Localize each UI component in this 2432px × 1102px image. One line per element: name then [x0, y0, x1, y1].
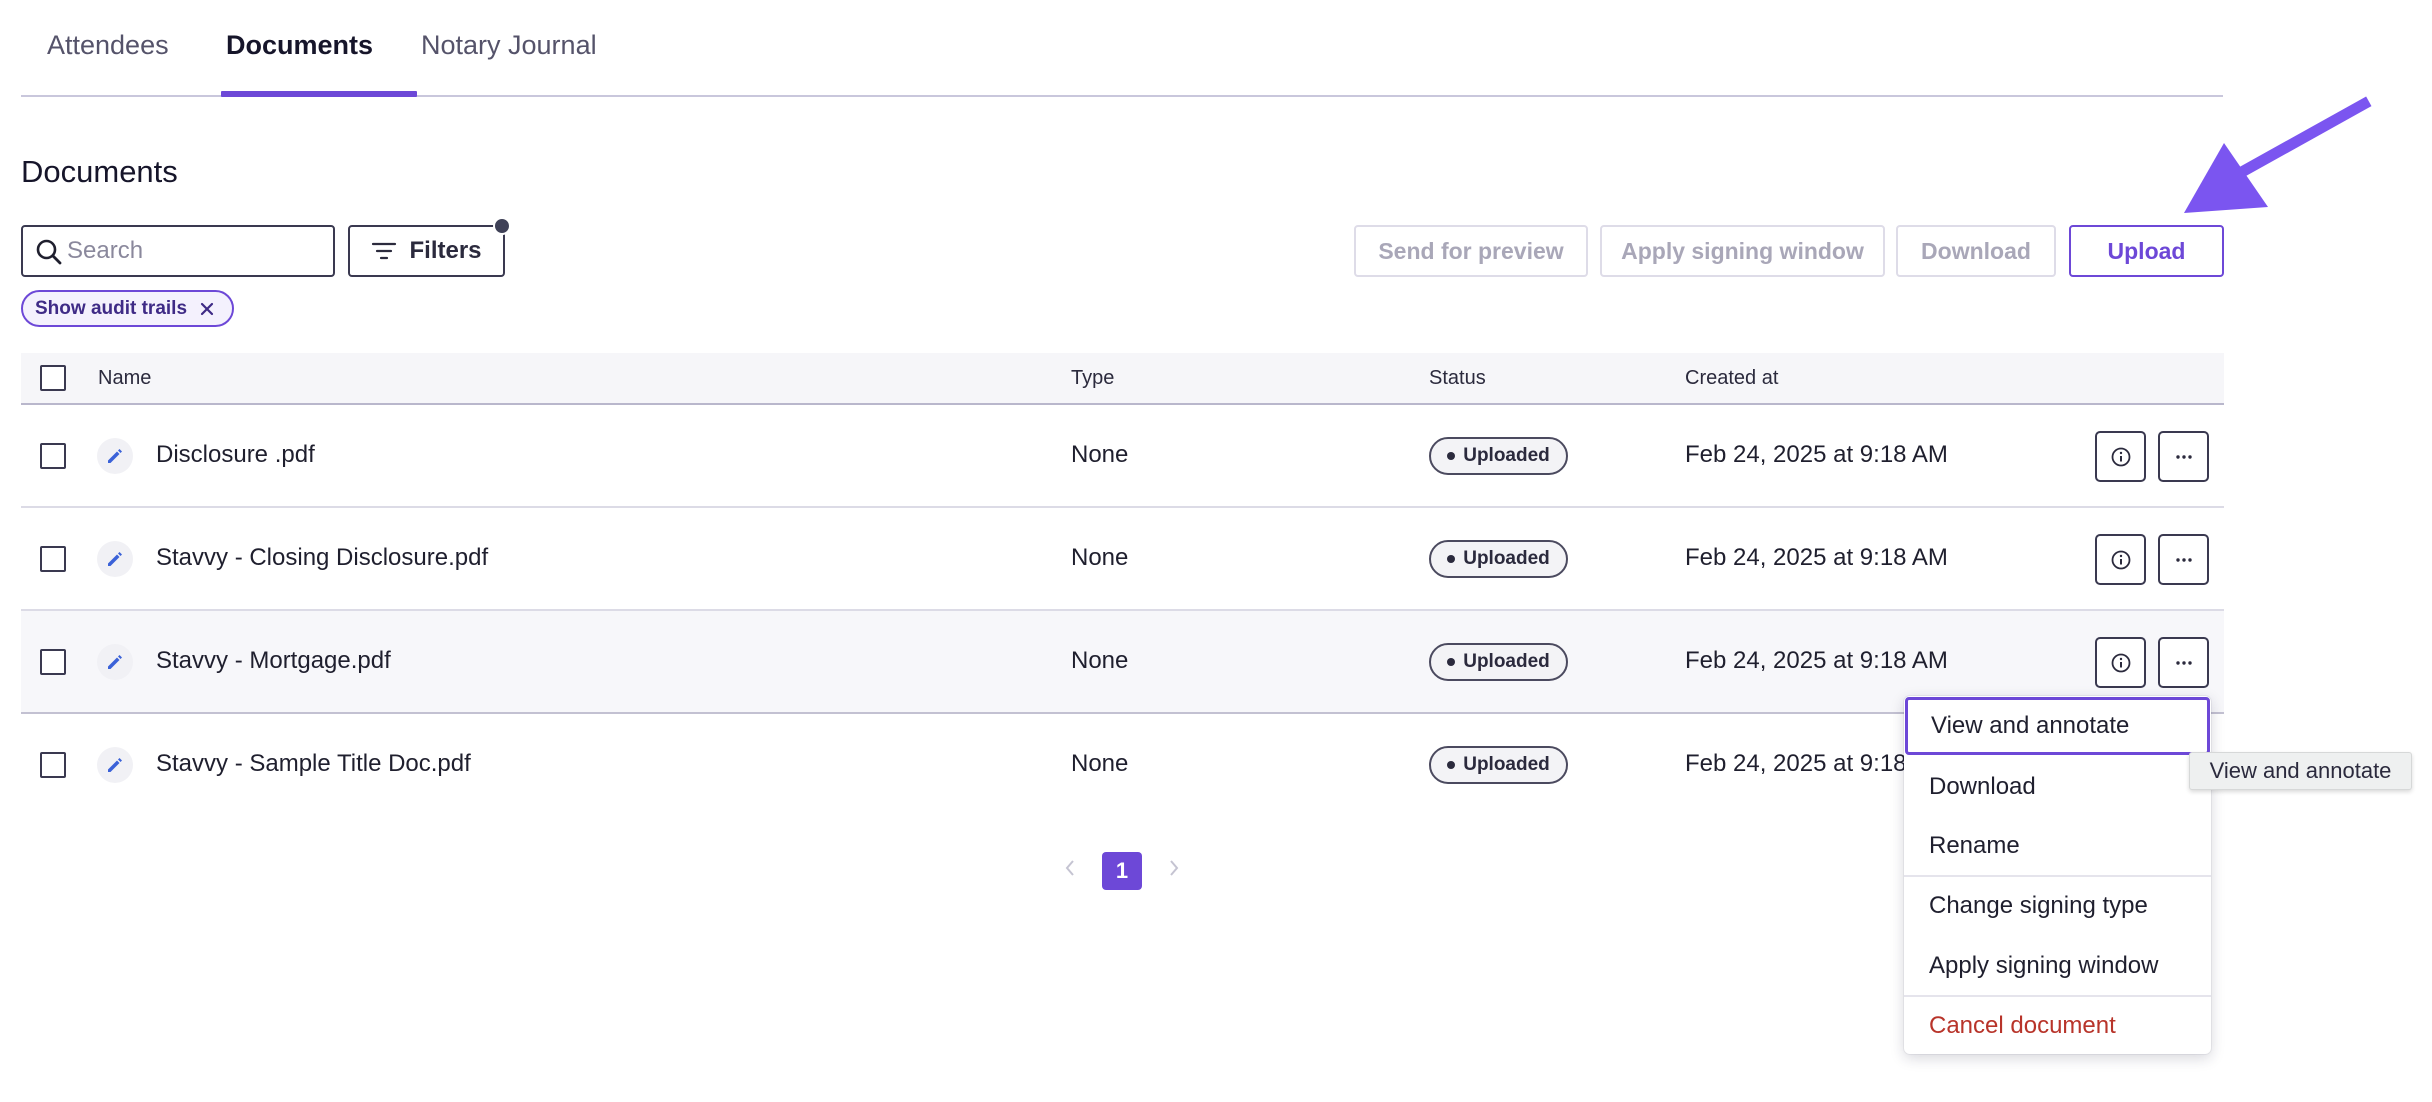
status-label: Uploaded: [1463, 548, 1550, 569]
apply-signing-window-button[interactable]: Apply signing window: [1600, 225, 1885, 277]
page-number-current[interactable]: 1: [1102, 852, 1142, 890]
document-type: None: [1071, 647, 1129, 674]
close-icon[interactable]: [199, 301, 215, 317]
send-for-preview-button[interactable]: Send for preview: [1354, 225, 1588, 277]
document-type: None: [1071, 750, 1129, 777]
next-page-button[interactable]: [1162, 853, 1186, 883]
filters-button[interactable]: Filters: [348, 225, 505, 277]
upload-button[interactable]: Upload: [2069, 225, 2224, 277]
column-header-name[interactable]: Name: [98, 367, 151, 390]
created-at: Feb 24, 2025 at 9:18 AM: [1685, 441, 1948, 468]
document-name[interactable]: Disclosure .pdf: [156, 441, 315, 469]
search-field[interactable]: [21, 225, 335, 277]
page-title: Documents: [21, 154, 178, 189]
row-checkbox[interactable]: [40, 546, 66, 572]
table-row[interactable]: Stavvy - Sample Title Doc.pdf None Uploa…: [21, 714, 2224, 817]
audit-trails-filter-chip: Show audit trails: [21, 290, 234, 327]
annotation-arrow-icon: [2184, 96, 2372, 213]
document-name[interactable]: Stavvy - Closing Disclosure.pdf: [156, 544, 488, 572]
tab-attendees[interactable]: Attendees: [47, 30, 169, 97]
select-all-checkbox[interactable]: [40, 365, 66, 391]
tab-documents[interactable]: Documents: [226, 30, 373, 97]
menu-item-rename[interactable]: Rename: [1904, 817, 2211, 875]
column-header-created-at[interactable]: Created at: [1685, 367, 1778, 390]
info-icon: [2111, 550, 2130, 569]
chevron-right-icon: [1170, 860, 1179, 876]
filters-active-indicator: [493, 217, 511, 235]
info-icon: [2111, 447, 2130, 466]
status-label: Uploaded: [1463, 651, 1550, 672]
created-at: Feb 24, 2025 at 9:18 AM: [1685, 544, 1948, 571]
search-input[interactable]: [67, 229, 327, 273]
status-badge: Uploaded: [1429, 643, 1568, 681]
document-type: None: [1071, 544, 1129, 571]
table-header: Name Type Status Created at: [21, 353, 2224, 405]
table-row[interactable]: Stavvy - Closing Disclosure.pdf None Upl…: [21, 508, 2224, 611]
tab-notary-journal[interactable]: Notary Journal: [421, 30, 597, 97]
created-at: Feb 24, 2025 at 9:18: [1685, 750, 1907, 777]
chip-label: Show audit trails: [35, 297, 188, 319]
more-icon: [2175, 454, 2192, 459]
document-type: None: [1071, 441, 1129, 468]
menu-item-download[interactable]: Download: [1904, 758, 2211, 816]
status-badge: Uploaded: [1429, 540, 1568, 578]
menu-item-cancel-document[interactable]: Cancel document: [1904, 997, 2211, 1055]
tooltip: View and annotate: [2189, 752, 2412, 790]
edit-pencil-icon: [97, 438, 133, 474]
document-name[interactable]: Stavvy - Sample Title Doc.pdf: [156, 750, 471, 778]
status-label: Uploaded: [1463, 754, 1550, 775]
edit-pencil-icon: [97, 541, 133, 577]
status-badge: Uploaded: [1429, 746, 1568, 784]
status-dot: [1447, 452, 1456, 460]
filter-icon: [372, 242, 397, 260]
more-actions-button[interactable]: [2158, 637, 2209, 688]
status-badge: Uploaded: [1429, 437, 1568, 475]
edit-pencil-icon: [97, 644, 133, 680]
more-icon: [2175, 660, 2192, 665]
row-checkbox[interactable]: [40, 752, 66, 778]
created-at: Feb 24, 2025 at 9:18 AM: [1685, 647, 1948, 674]
status-dot: [1447, 761, 1456, 769]
edit-pencil-icon: [97, 747, 133, 783]
more-actions-button[interactable]: [2158, 534, 2209, 585]
menu-item-apply-signing-window[interactable]: Apply signing window: [1904, 937, 2211, 995]
status-dot: [1447, 658, 1456, 666]
row-checkbox[interactable]: [40, 649, 66, 675]
info-button[interactable]: [2095, 637, 2146, 688]
column-header-status[interactable]: Status: [1429, 367, 1486, 390]
column-header-type[interactable]: Type: [1071, 367, 1114, 390]
search-icon: [36, 239, 62, 265]
documents-page: Attendees Documents Notary Journal Docum…: [0, 0, 2432, 1102]
active-tab-indicator: [221, 91, 417, 97]
download-button[interactable]: Download: [1896, 225, 2056, 277]
more-actions-button[interactable]: [2158, 431, 2209, 482]
info-button[interactable]: [2095, 534, 2146, 585]
status-dot: [1447, 555, 1456, 563]
menu-item-view-and-annotate[interactable]: View and annotate: [1905, 697, 2210, 755]
table-row[interactable]: Stavvy - Mortgage.pdf None Uploaded Feb …: [21, 611, 2224, 714]
info-icon: [2111, 653, 2130, 672]
table-row[interactable]: Disclosure .pdf None Uploaded Feb 24, 20…: [21, 405, 2224, 508]
previous-page-button[interactable]: [1058, 853, 1082, 883]
row-checkbox[interactable]: [40, 443, 66, 469]
document-actions-menu: View and annotate Download Rename Change…: [1904, 696, 2211, 1054]
status-label: Uploaded: [1463, 445, 1550, 466]
document-name[interactable]: Stavvy - Mortgage.pdf: [156, 647, 391, 675]
tab-bar: Attendees Documents Notary Journal: [21, 0, 2223, 97]
chevron-left-icon: [1065, 860, 1074, 876]
info-button[interactable]: [2095, 431, 2146, 482]
filters-label: Filters: [409, 237, 482, 264]
more-icon: [2175, 557, 2192, 562]
menu-item-change-signing-type[interactable]: Change signing type: [1904, 877, 2211, 935]
